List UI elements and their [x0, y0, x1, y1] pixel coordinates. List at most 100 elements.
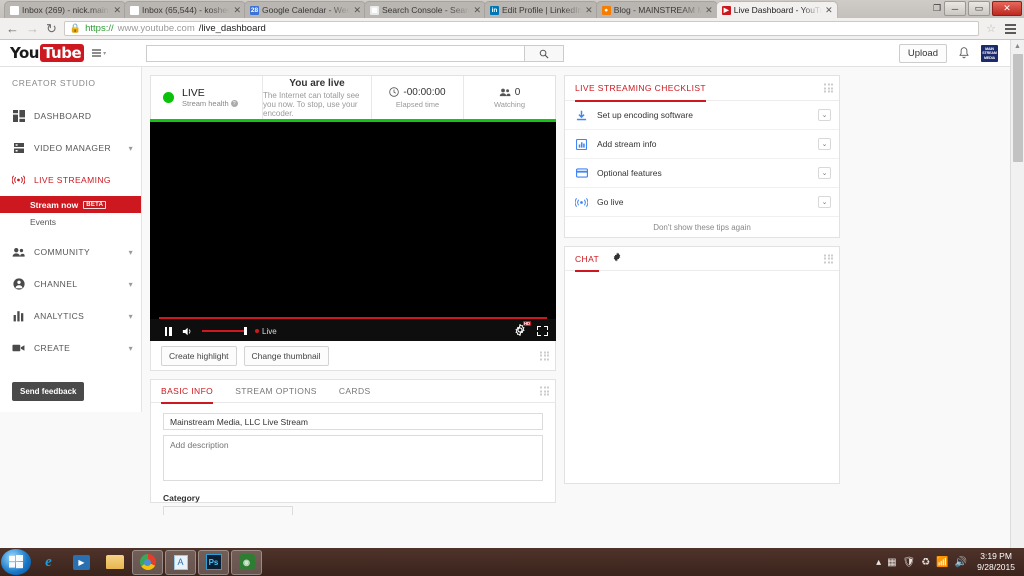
reload-icon[interactable]: ↻: [46, 22, 57, 35]
taskbar-windows-media-player[interactable]: ▶: [66, 550, 97, 575]
sidebar-subitem-stream-now[interactable]: Stream now BETA: [0, 196, 141, 213]
create-highlight-button[interactable]: Create highlight: [161, 346, 237, 366]
upload-button[interactable]: Upload: [899, 44, 947, 63]
send-feedback-button[interactable]: Send feedback: [12, 382, 84, 401]
sidebar-item-video-manager[interactable]: VIDEO MANAGER ▾: [0, 132, 141, 164]
photoshop-icon: Ps: [206, 554, 222, 570]
tab-close-icon[interactable]: ✕: [825, 5, 833, 16]
search-input[interactable]: [146, 45, 524, 62]
expand-icon[interactable]: ⌄: [818, 196, 831, 208]
expand-icon[interactable]: ⌄: [818, 109, 831, 121]
progress-bar[interactable]: [159, 317, 547, 319]
sidebar-item-live-streaming[interactable]: LIVE STREAMING: [0, 164, 141, 196]
browser-tab[interactable]: M Inbox (269) - nick.mainstr ✕: [4, 1, 126, 18]
tab-close-icon[interactable]: ✕: [113, 5, 121, 16]
action-center-icon[interactable]: ▦: [887, 557, 896, 568]
dismiss-tips-link[interactable]: Don't show these tips again: [565, 217, 839, 237]
taskbar-clock[interactable]: 3:19 PM 9/28/2015: [973, 551, 1019, 573]
gmail-icon: M: [10, 6, 19, 15]
tab-title: Inbox (269) - nick.mainstr: [22, 5, 110, 15]
network-icon[interactable]: 📶: [936, 557, 948, 568]
chrome-menu-icon[interactable]: [1003, 24, 1018, 34]
browser-tab[interactable]: in Edit Profile | LinkedIn ✕: [484, 1, 598, 18]
scroll-up-arrow-icon[interactable]: ▲: [1011, 40, 1024, 53]
tab-close-icon[interactable]: ✕: [353, 5, 361, 16]
taskbar-photoshop[interactable]: Ps: [198, 550, 229, 575]
stream-description-input[interactable]: [163, 435, 543, 481]
drag-handle[interactable]: [540, 351, 549, 360]
sidebar-item-create[interactable]: CREATE ▾: [0, 332, 141, 364]
tab-chat[interactable]: CHAT: [575, 247, 599, 271]
tab-basic-info[interactable]: BASIC INFO: [161, 380, 213, 403]
sidebar-item-dashboard[interactable]: DASHBOARD: [0, 100, 141, 132]
avatar[interactable]: MAIN STREAM MEDIA: [981, 45, 998, 62]
page-scrollbar[interactable]: ▲: [1010, 40, 1024, 548]
checklist-row[interactable]: Optional features ⌄: [565, 159, 839, 188]
volume-knob[interactable]: [244, 327, 247, 335]
settings-button[interactable]: HD: [514, 324, 526, 339]
close-button[interactable]: ✕: [992, 1, 1022, 16]
taskbar-google-chrome[interactable]: [132, 550, 163, 575]
live-headline: You are live: [289, 78, 344, 89]
checklist-row[interactable]: Go live ⌄: [565, 188, 839, 217]
tab-title: Search Console - Search A: [382, 5, 470, 15]
taskbar-internet-explorer[interactable]: e: [33, 550, 64, 575]
help-icon[interactable]: ?: [231, 100, 238, 107]
security-alert-icon[interactable]: 🛡: [903, 557, 916, 568]
browser-tab[interactable]: M Inbox (65,544) - kosher.ba ✕: [124, 1, 246, 18]
sidebar-subitem-events[interactable]: Events: [0, 213, 141, 230]
tab-close-icon[interactable]: ✕: [473, 5, 481, 16]
browser-tab-active[interactable]: ▶ Live Dashboard - YouTube ✕: [716, 1, 838, 18]
scrollbar-thumb[interactable]: [1013, 54, 1023, 162]
sync-icon[interactable]: ♻: [921, 557, 930, 568]
tab-close-icon[interactable]: ✕: [585, 5, 593, 16]
checklist-row[interactable]: Add stream info ⌄: [565, 130, 839, 159]
category-select[interactable]: [163, 506, 293, 515]
guide-menu-icon[interactable]: ▾: [92, 49, 106, 57]
drag-handle[interactable]: [540, 387, 549, 396]
tab-stream-options[interactable]: STREAM OPTIONS: [235, 380, 317, 403]
start-button[interactable]: [1, 549, 31, 575]
sidebar-item-community[interactable]: COMMUNITY ▾: [0, 236, 141, 268]
browser-tab[interactable]: 28 Google Calendar - Week o ✕: [244, 1, 366, 18]
video-player[interactable]: Live HD: [150, 122, 556, 341]
taskbar-notepad-document[interactable]: A: [165, 550, 196, 575]
window-restore-down-icon[interactable]: ❐: [932, 1, 942, 16]
address-bar[interactable]: 🔒 https://www.youtube.com/live_dashboard: [64, 21, 979, 36]
taskbar-file-explorer[interactable]: [99, 550, 130, 575]
youtube-logo[interactable]: YouTube: [10, 44, 84, 62]
forward-icon[interactable]: →: [26, 22, 39, 35]
tab-cards[interactable]: CARDS: [339, 380, 371, 403]
chevron-down-icon: ▾: [129, 312, 133, 321]
fullscreen-button[interactable]: [537, 326, 548, 336]
minimize-button[interactable]: ─: [944, 1, 966, 16]
expand-icon[interactable]: ⌄: [818, 167, 831, 179]
tab-close-icon[interactable]: ✕: [705, 5, 713, 16]
back-icon[interactable]: ←: [6, 22, 19, 35]
chat-settings-button[interactable]: [612, 252, 622, 265]
volume-icon[interactable]: [178, 326, 198, 337]
checklist-row[interactable]: Set up encoding software ⌄: [565, 101, 839, 130]
sidebar-item-analytics[interactable]: ANALYTICS ▾: [0, 300, 141, 332]
stream-title-input[interactable]: [163, 413, 543, 430]
sidebar-item-channel[interactable]: CHANNEL ▾: [0, 268, 141, 300]
maximize-button[interactable]: ▭: [968, 1, 990, 16]
taskbar-camtasia[interactable]: ◉: [231, 550, 262, 575]
bar-chart-icon: [575, 138, 588, 151]
change-thumbnail-button[interactable]: Change thumbnail: [244, 346, 329, 366]
drag-handle[interactable]: [824, 84, 833, 93]
pause-button[interactable]: [158, 327, 178, 336]
volume-icon[interactable]: 🔊: [955, 557, 967, 568]
expand-icon[interactable]: ⌄: [818, 138, 831, 150]
browser-tab[interactable]: ● Blog - MAINSTREAM MED ✕: [596, 1, 718, 18]
browser-tab[interactable]: ▦ Search Console - Search A ✕: [364, 1, 486, 18]
drag-handle[interactable]: [824, 254, 833, 263]
live-indicator[interactable]: Live: [255, 327, 277, 336]
tray-expand-icon[interactable]: ▴: [876, 557, 881, 568]
tab-title: Inbox (65,544) - kosher.ba: [142, 5, 230, 15]
bell-icon[interactable]: [958, 47, 970, 60]
bookmark-star-icon[interactable]: ☆: [986, 22, 996, 35]
search-button[interactable]: [524, 45, 564, 62]
volume-slider[interactable]: [202, 330, 246, 332]
tab-close-icon[interactable]: ✕: [233, 5, 241, 16]
